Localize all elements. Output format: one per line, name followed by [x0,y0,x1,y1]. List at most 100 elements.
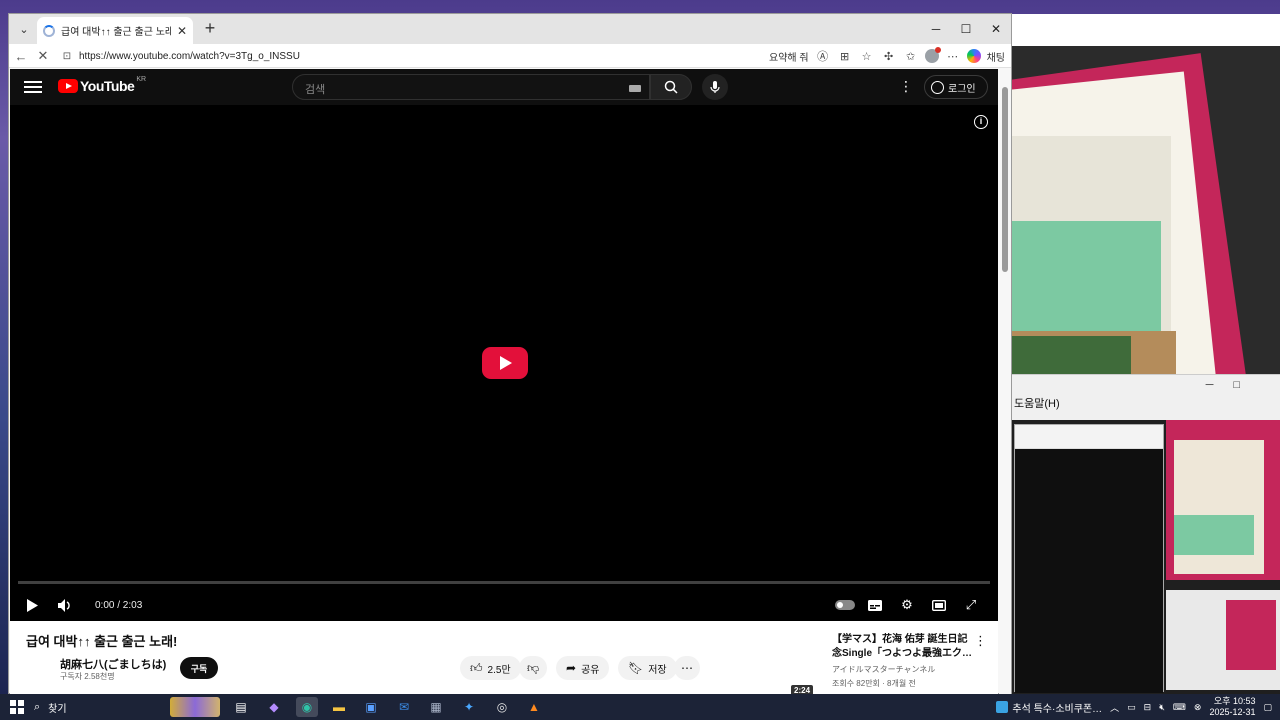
notifications-icon[interactable]: ▢ [1263,702,1272,713]
info-icon[interactable]: i [974,115,988,129]
region-code: KR [136,75,147,83]
account-icon [931,80,944,94]
share-label: 공유 [581,664,600,676]
save-label: 저장 [648,664,667,676]
search-button[interactable] [650,74,692,100]
close-window-icon[interactable]: ✕ [981,14,1011,44]
read-aloud-icon[interactable]: Ⓐ [815,48,831,64]
profile-avatar[interactable] [924,47,941,63]
subscriber-count: 구독자 2.58천명 [60,672,115,681]
url-field[interactable]: ⊡ https://www.youtube.com/watch?v=3Tg_o_… [59,46,889,66]
page-scrollbar[interactable] [999,69,1011,695]
url-text: https://www.youtube.com/watch?v=3Tg_o_IN… [79,50,300,62]
login-label: 로그인 [948,83,976,95]
autoplay-toggle[interactable] [834,595,856,615]
favorites-icon[interactable]: ✩ [903,48,919,64]
mini-browser-preview [1014,424,1164,693]
news-widget[interactable]: 추석 특수·소비쿠폰… [996,700,1102,715]
news-icon [996,701,1009,713]
taskbar-search-label: 찾기 [48,703,67,715]
edge-browser-icon[interactable]: ◉ [296,697,318,717]
ime-icon[interactable]: ⌨ [1173,702,1186,713]
clock-time: 오후 10:53 [1213,696,1256,706]
new-tab-plus-icon[interactable]: + [199,19,221,39]
stop-loading-icon[interactable]: ✕ [33,46,53,66]
loading-spinner-icon [43,24,55,37]
keyboard-icon[interactable] [629,85,641,92]
site-info-icon[interactable]: ⊡ [59,51,75,62]
play-icon[interactable] [24,595,40,615]
favorite-star-icon[interactable]: ☆ [859,48,875,64]
minimize-icon[interactable]: ─ [921,14,951,44]
like-count: 2.5만 [487,664,511,676]
tab-youtube[interactable]: 급여 대박↑↑ 출근 출근 노래! - YouTube ✕ [37,17,193,44]
voice-search-mic-icon[interactable] [702,74,728,100]
clear-icon[interactable]: ⊗ [1194,702,1202,713]
background-window-anime[interactable] [1010,14,1280,386]
extensions-icon[interactable]: ✣ [881,48,897,64]
channel-avatar[interactable] [26,657,54,685]
like-button[interactable]: 👍︎ 2.5만 [460,656,521,680]
channel-name[interactable]: 胡麻七八(ごましちは) [60,656,166,672]
tray-devices-icon[interactable]: ▭ [1127,702,1136,713]
network-icon[interactable]: ⊟ [1144,702,1152,713]
fullscreen-icon[interactable]: ⤢ [962,595,980,615]
recommended-channel: アイドルマスターチャンネル [832,665,936,674]
background-window-titlebar[interactable] [1011,14,1280,44]
background-window-controls[interactable]: ─□ [1206,379,1260,391]
save-button[interactable]: 🔖︎ 저장 [618,656,677,680]
bookmark-icon: 🔖︎ [628,661,644,675]
copilot-app-icon[interactable]: ◆ [263,697,285,717]
progress-bar[interactable] [18,581,990,584]
file-explorer-icon[interactable]: ▬ [328,697,350,717]
background-window-menu[interactable]: ─□ 도움말(H) [1010,374,1280,420]
settings-gear-icon[interactable]: ⚙ [898,595,916,615]
chat-button[interactable]: 채팅 [987,49,1005,64]
summarize-button[interactable]: 요약해 줘 [769,49,809,64]
login-button[interactable]: 로그인 [924,75,988,99]
windows-start-icon[interactable] [10,700,24,714]
more-actions-button[interactable]: ⋯ [674,656,700,680]
system-clock[interactable]: 오후 10:53 2025-12-31 [1209,696,1255,718]
dislike-button[interactable]: 👎︎ [519,656,548,680]
settings-kebab-icon[interactable]: ⋮ [898,78,914,95]
youtube-play-logo-icon [58,79,78,93]
video-title: 급여 대박↑↑ 출근 출근 노래! [26,634,178,649]
more-options-icon[interactable]: ⋯ [945,48,961,64]
subtitles-icon[interactable] [866,595,884,615]
background-window-preview[interactable] [1010,420,1280,694]
tab-actions-chevron-icon[interactable]: ⌄ [13,19,35,39]
obs-recorder-icon[interactable]: ◎ [491,697,513,717]
large-play-button[interactable] [482,347,528,379]
browser-window: ⌄ 급여 대박↑↑ 출근 출근 노래! - YouTube ✕ + ─ ☐ ✕ … [8,13,1012,695]
vlc-player-icon[interactable]: ▲ [523,697,545,717]
close-tab-icon[interactable]: ✕ [177,24,187,38]
menu-help[interactable]: 도움말(H) [1014,395,1060,411]
mail-icon[interactable]: ✉ [393,697,415,717]
tray-chevron-icon[interactable]: ︿ [1110,701,1119,714]
back-arrow-icon[interactable]: ← [11,46,31,66]
taskbar-search[interactable]: ⌕ 찾기 [34,697,224,717]
app-pin-icon[interactable]: ✦ [458,697,480,717]
theater-mode-icon[interactable] [930,595,948,615]
subscribe-button[interactable]: 구독 [180,657,218,679]
youtube-page: YouTube KR 검색 ⋮ 로그인 i 0:00 / 2:03 ⚙ ⤢ 급여… [10,69,998,695]
task-view-icon[interactable]: ▤ [230,697,252,717]
video-details: 급여 대박↑↑ 출근 출근 노래! 胡麻七八(ごましちは) 구독자 2.58천명… [10,621,998,695]
speaker-muted-icon[interactable]: 🔇︎ [1159,702,1165,713]
store-icon[interactable]: ▣ [360,697,382,717]
photos-icon[interactable]: ▦ [425,697,447,717]
youtube-logo[interactable]: YouTube KR [58,75,147,94]
recommended-menu-icon[interactable]: ⋮ [974,633,987,649]
copilot-icon[interactable] [966,49,981,63]
maximize-icon[interactable]: ☐ [951,14,981,44]
volume-icon[interactable] [56,595,74,615]
search-icon [664,80,678,94]
apps-icon[interactable]: ⊞ [837,48,853,64]
search-input[interactable]: 검색 [292,74,650,100]
share-button[interactable]: ➦ 공유 [556,656,610,680]
menu-hamburger-icon[interactable] [24,78,42,96]
video-player[interactable]: i 0:00 / 2:03 ⚙ ⤢ [10,105,998,621]
recommended-video[interactable]: 【学マス】花海 佑芽 誕生日記念Single「つよつよ最強エク… アイドルマスタ… [832,633,972,689]
scrollbar-thumb[interactable] [1002,87,1008,272]
